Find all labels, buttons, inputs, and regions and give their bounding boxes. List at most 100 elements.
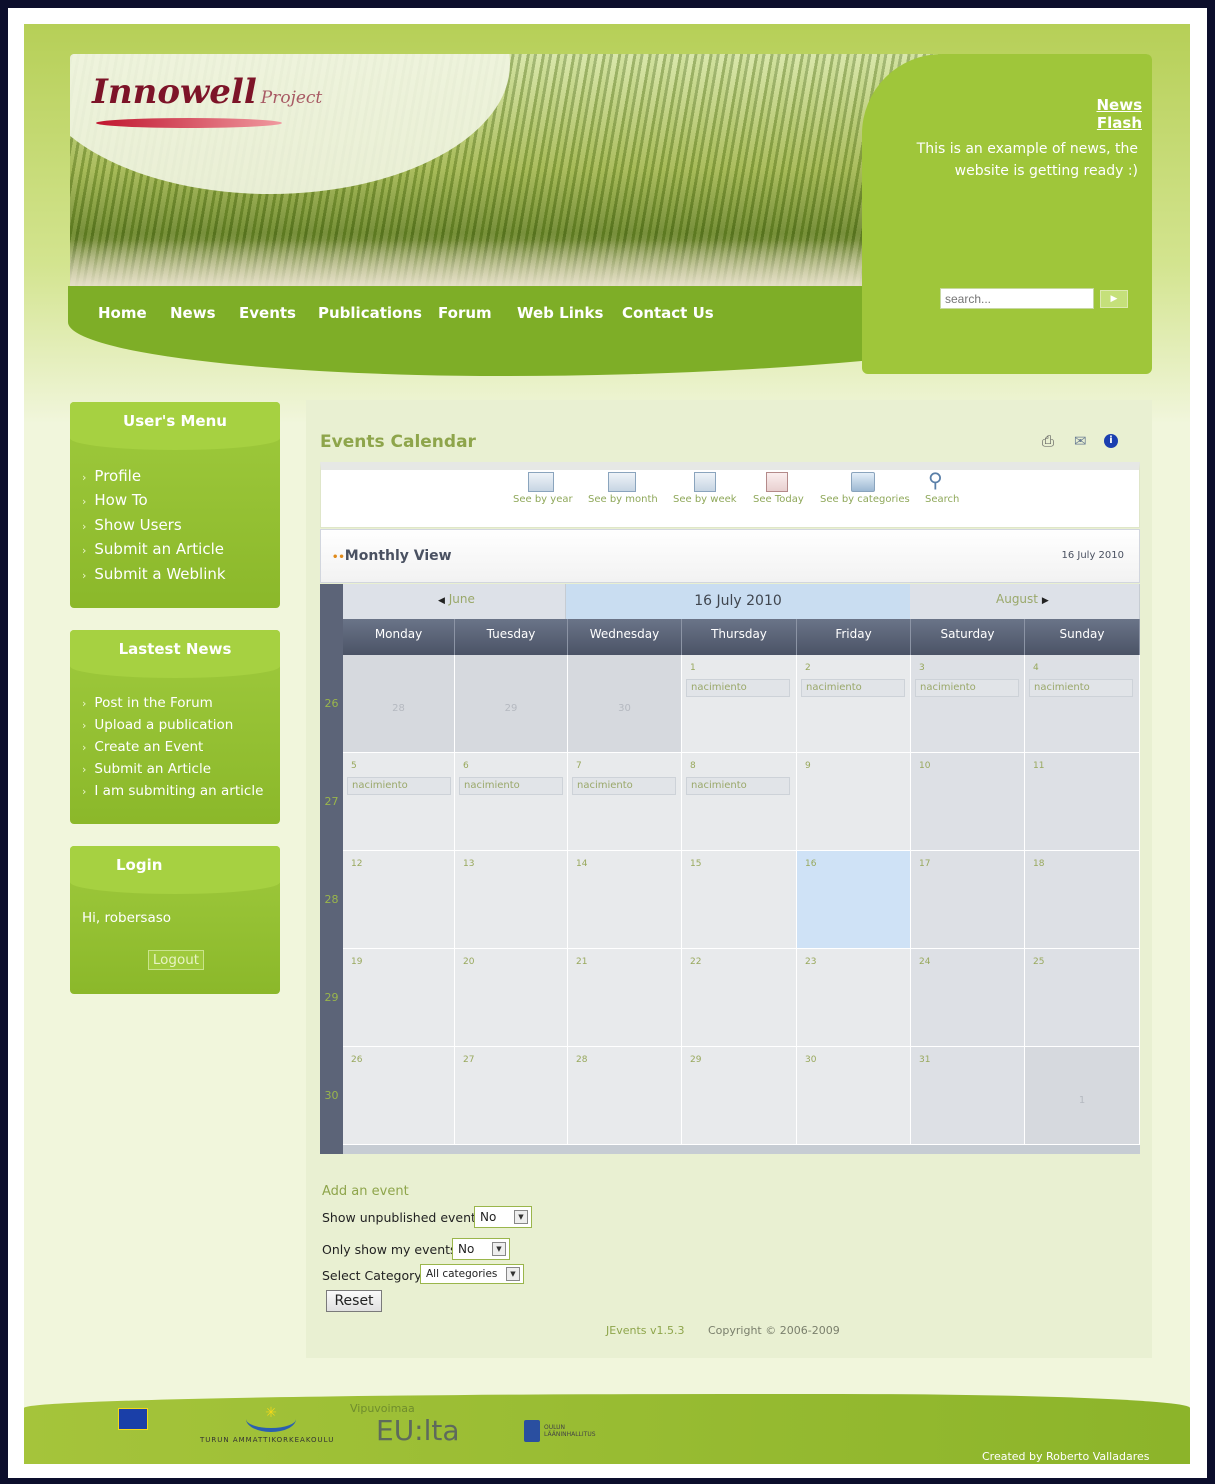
calendar-day[interactable]: 1 (1025, 1047, 1140, 1145)
calendar-day[interactable]: 10 (911, 753, 1025, 851)
calendar-day[interactable]: 20 (455, 949, 568, 1047)
add-event-link[interactable]: Add an event (322, 1184, 409, 1199)
calendar-day[interactable]: 16 (797, 851, 911, 949)
month-view-icon[interactable] (608, 472, 636, 492)
day-number[interactable]: 17 (919, 859, 930, 869)
event-item[interactable]: nacimiento (686, 777, 790, 795)
calendar-day[interactable]: 23 (797, 949, 911, 1047)
day-number[interactable]: 23 (805, 957, 816, 967)
search-icon[interactable]: ⚲ (928, 470, 950, 492)
calendar-day[interactable]: 8 nacimiento (682, 753, 797, 851)
week-number[interactable]: 29 (320, 991, 343, 1004)
day-number[interactable]: 2 (805, 663, 811, 673)
calendar-day[interactable]: 3 nacimiento (911, 655, 1025, 753)
calendar-day[interactable]: 12 (343, 851, 455, 949)
day-number[interactable]: 29 (455, 703, 567, 714)
search-link[interactable]: Search (925, 494, 959, 505)
calendar-day[interactable]: 15 (682, 851, 797, 949)
calendar-day[interactable]: 22 (682, 949, 797, 1047)
menu-item-profile[interactable]: Profile (82, 467, 141, 485)
calendar-day[interactable]: 17 (911, 851, 1025, 949)
calendar-day[interactable]: 25 (1025, 949, 1140, 1047)
day-number[interactable]: 9 (805, 761, 811, 771)
day-number[interactable]: 14 (576, 859, 587, 869)
day-number[interactable]: 1 (690, 663, 696, 673)
week-number[interactable]: 27 (320, 795, 343, 808)
calendar-day[interactable]: 26 (343, 1047, 455, 1145)
calendar-day[interactable]: 31 (911, 1047, 1025, 1145)
calendar-day[interactable]: 19 (343, 949, 455, 1047)
nav-home[interactable]: Home (98, 304, 147, 322)
day-number[interactable]: 4 (1033, 663, 1039, 673)
day-number[interactable]: 6 (463, 761, 469, 771)
email-icon[interactable]: ✉ (1074, 432, 1087, 450)
calendar-day[interactable]: 1 nacimiento (682, 655, 797, 753)
calendar-day[interactable]: 28 (568, 1047, 682, 1145)
day-number[interactable]: 3 (919, 663, 925, 673)
menu-item-submit-article[interactable]: Submit an Article (82, 540, 224, 558)
event-item[interactable]: nacimiento (801, 679, 905, 697)
see-today-link[interactable]: See Today (753, 494, 804, 505)
day-number[interactable]: 18 (1033, 859, 1044, 869)
day-number[interactable]: 19 (351, 957, 362, 967)
logout-button[interactable]: Logout (148, 950, 204, 970)
day-number[interactable]: 12 (351, 859, 362, 869)
day-number[interactable]: 28 (343, 703, 454, 714)
menu-item-how-to[interactable]: How To (82, 491, 147, 509)
day-number[interactable]: 13 (463, 859, 474, 869)
event-item[interactable]: nacimiento (1029, 679, 1133, 697)
calendar-day[interactable]: 5 nacimiento (343, 753, 455, 851)
calendar-day[interactable]: 27 (455, 1047, 568, 1145)
day-number[interactable]: 5 (351, 761, 357, 771)
calendar-day[interactable]: 11 (1025, 753, 1140, 851)
day-number[interactable]: 31 (919, 1055, 930, 1065)
news-item[interactable]: Upload a publication (82, 717, 233, 733)
day-number[interactable]: 1 (1025, 1095, 1139, 1106)
day-number[interactable]: 10 (919, 761, 930, 771)
event-item[interactable]: nacimiento (459, 777, 563, 795)
calendar-day[interactable]: 28 (343, 655, 455, 753)
calendar-day[interactable]: 2 nacimiento (797, 655, 911, 753)
week-number[interactable]: 28 (320, 893, 343, 906)
day-number[interactable]: 8 (690, 761, 696, 771)
news-item[interactable]: Create an Event (82, 739, 203, 755)
today-icon[interactable] (766, 472, 788, 492)
day-number[interactable]: 7 (576, 761, 582, 771)
calendar-day[interactable]: 9 (797, 753, 911, 851)
calendar-day[interactable]: 29 (455, 655, 568, 753)
event-item[interactable]: nacimiento (347, 777, 451, 795)
calendar-day[interactable]: 14 (568, 851, 682, 949)
day-number[interactable]: 27 (463, 1055, 474, 1065)
calendar-day[interactable]: 30 (797, 1047, 911, 1145)
day-number[interactable]: 26 (351, 1055, 362, 1065)
folder-icon[interactable] (851, 472, 875, 492)
calendar-day[interactable]: 24 (911, 949, 1025, 1047)
see-by-categories-link[interactable]: See by categories (820, 494, 910, 505)
day-number[interactable]: 20 (463, 957, 474, 967)
nav-publications[interactable]: Publications (318, 304, 422, 322)
info-icon[interactable]: i (1104, 434, 1118, 448)
week-number[interactable]: 30 (320, 1089, 343, 1102)
see-by-year-link[interactable]: See by year (513, 494, 573, 505)
nav-contact-us[interactable]: Contact Us (622, 304, 714, 322)
calendar-day[interactable]: 30 (568, 655, 682, 753)
nav-events[interactable]: Events (239, 304, 296, 322)
see-by-week-link[interactable]: See by week (673, 494, 737, 505)
day-number[interactable]: 22 (690, 957, 701, 967)
jevents-link[interactable]: JEvents v1.5.3 (606, 1324, 684, 1337)
day-number[interactable]: 29 (690, 1055, 701, 1065)
category-select[interactable]: All categories ▼ (420, 1264, 524, 1284)
prev-month-link[interactable]: ◀ June (438, 592, 475, 606)
event-item[interactable]: nacimiento (915, 679, 1019, 697)
day-number[interactable]: 30 (805, 1055, 816, 1065)
calendar-day[interactable]: 29 (682, 1047, 797, 1145)
news-flash-title[interactable]: News Flash (1050, 96, 1142, 132)
day-number[interactable]: 25 (1033, 957, 1044, 967)
calendar-day[interactable]: 13 (455, 851, 568, 949)
nav-forum[interactable]: Forum (438, 304, 492, 322)
print-icon[interactable]: ⎙ (1042, 432, 1054, 450)
search-input[interactable] (940, 288, 1094, 309)
day-number[interactable]: 15 (690, 859, 701, 869)
day-number[interactable]: 11 (1033, 761, 1044, 771)
calendar-day[interactable]: 18 (1025, 851, 1140, 949)
